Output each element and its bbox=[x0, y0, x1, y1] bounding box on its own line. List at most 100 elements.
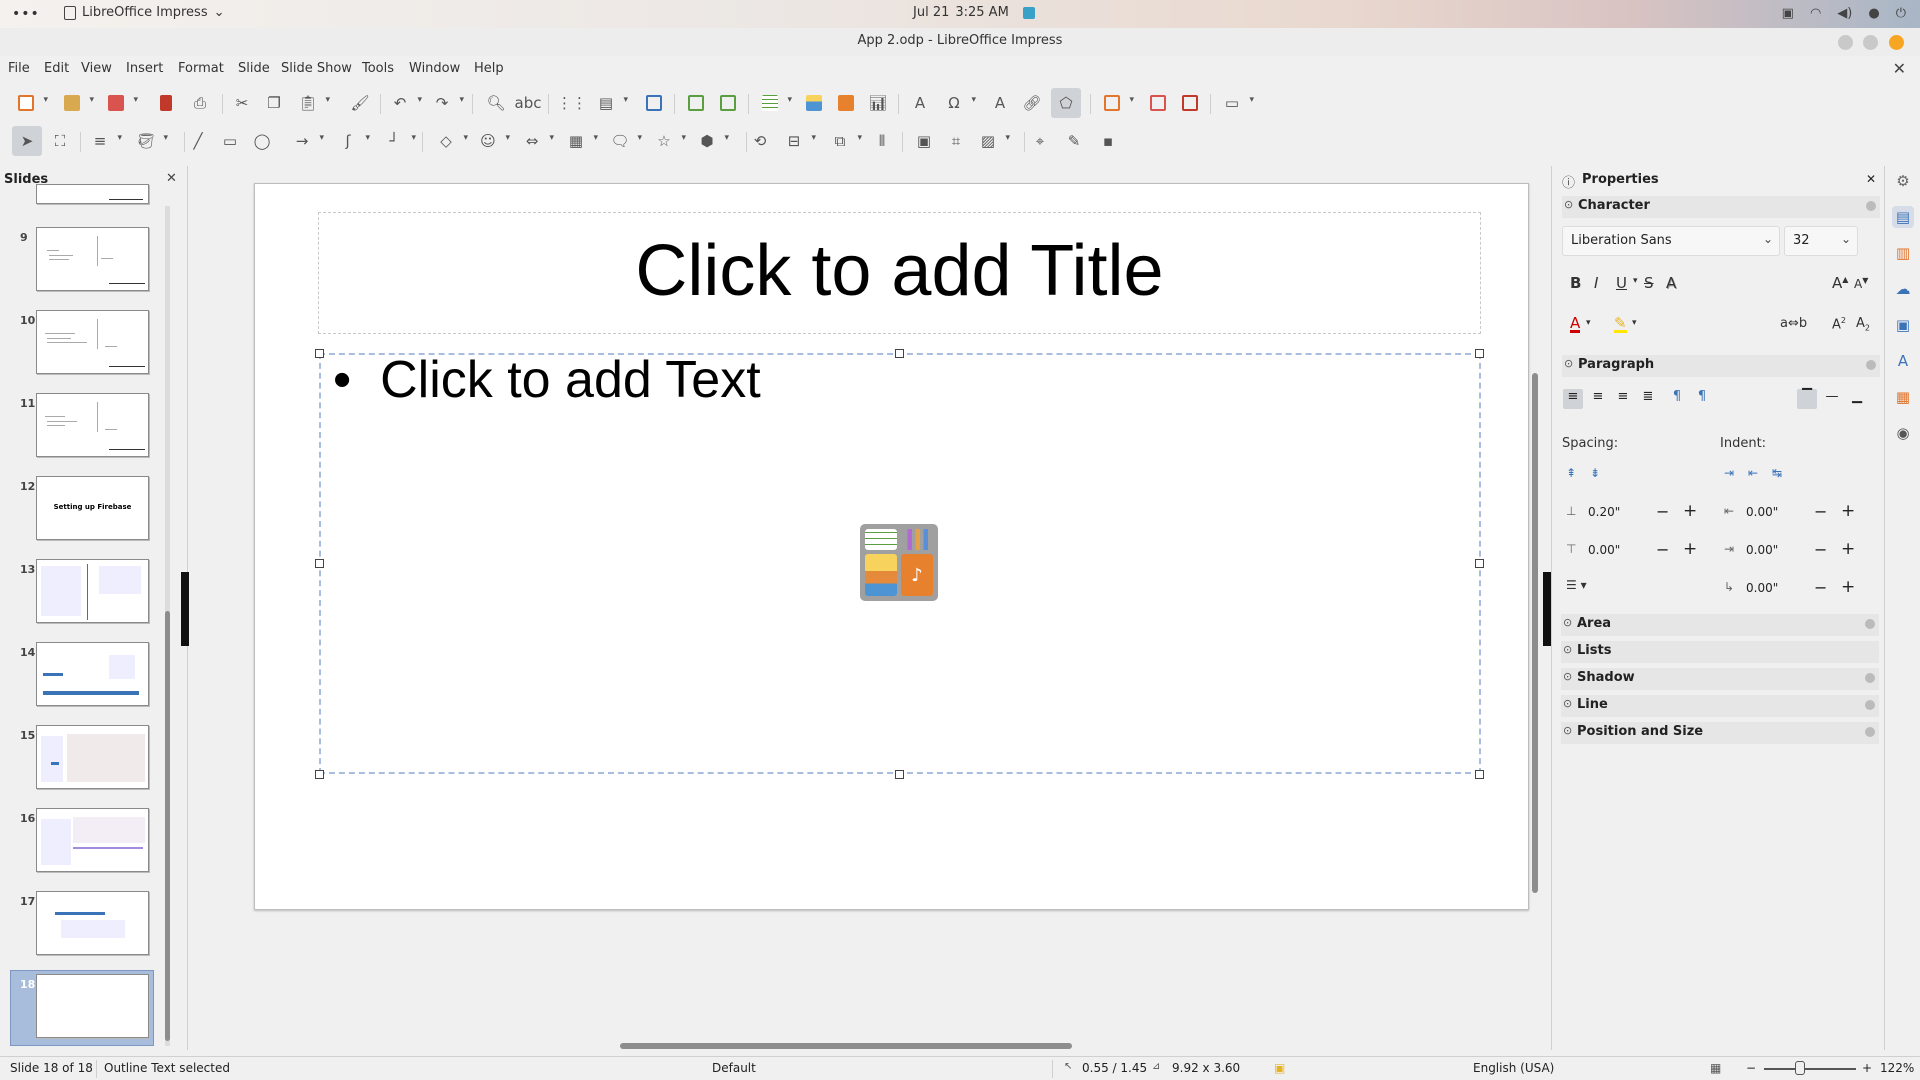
lines-arrows-icon[interactable]: → bbox=[292, 131, 324, 151]
more-options-icon[interactable] bbox=[1865, 619, 1875, 629]
callouts-icon[interactable]: 🗨︎ bbox=[610, 131, 642, 151]
resize-handle-bottom[interactable] bbox=[895, 770, 904, 779]
align-top-icon[interactable]: ▔ bbox=[1797, 389, 1817, 409]
start-from-current-icon[interactable] bbox=[718, 93, 738, 113]
maximize-button[interactable] bbox=[1863, 35, 1878, 50]
clone-formatting-icon[interactable]: 🖌︎ bbox=[350, 93, 370, 113]
slide-thumbnail-13[interactable]: 13 bbox=[0, 559, 180, 639]
3d-objects-icon[interactable]: ⬢ bbox=[697, 131, 729, 151]
more-options-icon[interactable] bbox=[1865, 700, 1875, 710]
menu-window[interactable]: Window bbox=[409, 61, 460, 76]
area-section-header[interactable]: Area bbox=[1561, 614, 1879, 636]
font-color-dropdown-icon[interactable]: ▾ bbox=[1586, 318, 1591, 328]
insert-image-icon[interactable] bbox=[804, 93, 824, 113]
resize-handle-right[interactable] bbox=[1475, 559, 1484, 568]
activities-dots-icon[interactable]: ••• bbox=[12, 6, 40, 22]
shadow-icon[interactable]: ▣ bbox=[914, 131, 934, 151]
below-paragraph-spacing-spinbox[interactable]: ⊤ 0.00" − + bbox=[1566, 538, 1706, 564]
start-from-first-icon[interactable] bbox=[686, 93, 706, 113]
more-options-icon[interactable] bbox=[1865, 673, 1875, 683]
ellipse-tool-icon[interactable]: ◯ bbox=[252, 131, 272, 151]
increment-button[interactable]: + bbox=[1841, 501, 1855, 521]
fit-slide-icon[interactable]: ▦ bbox=[1710, 1061, 1721, 1075]
highlight-color-icon[interactable]: ✎ bbox=[1614, 316, 1627, 333]
crop-icon[interactable]: ⌗ bbox=[946, 131, 966, 151]
line-section-header[interactable]: Line bbox=[1561, 695, 1879, 717]
duplicate-slide-icon[interactable] bbox=[1148, 93, 1168, 113]
spelling-icon[interactable]: abc bbox=[515, 93, 542, 113]
menu-view[interactable]: View bbox=[81, 61, 112, 76]
underline-icon[interactable]: U bbox=[1616, 274, 1627, 292]
strikethrough-icon[interactable]: S bbox=[1644, 274, 1654, 292]
new-document-icon[interactable] bbox=[16, 93, 48, 113]
zoom-pan-icon[interactable]: ⛶ bbox=[50, 131, 70, 151]
export-pdf-icon[interactable] bbox=[156, 93, 176, 113]
decrease-indent-icon[interactable]: ⇤ bbox=[1748, 466, 1758, 480]
shadow-text-icon[interactable]: A bbox=[1666, 274, 1676, 292]
insert-audio-video-icon[interactable]: ♪ bbox=[901, 554, 933, 596]
lists-section-header[interactable]: Lists bbox=[1561, 641, 1879, 663]
close-icon[interactable]: ✕ bbox=[166, 171, 177, 186]
italic-icon[interactable]: I bbox=[1594, 274, 1598, 292]
increment-button[interactable]: + bbox=[1683, 539, 1697, 559]
decrement-button[interactable]: − bbox=[1814, 502, 1827, 521]
toggle-extrusion-icon[interactable]: ▪ bbox=[1098, 131, 1118, 151]
filter-icon[interactable]: ▨ bbox=[978, 131, 1010, 151]
decrement-button[interactable]: − bbox=[1656, 502, 1669, 521]
more-options-icon[interactable] bbox=[1866, 360, 1876, 370]
animation-icon[interactable]: ☁ bbox=[1892, 278, 1914, 300]
vertical-scrollbar[interactable] bbox=[1532, 373, 1538, 893]
slide-thumbnail-14[interactable]: 14 bbox=[0, 642, 180, 722]
resize-handle-left[interactable] bbox=[315, 559, 324, 568]
zoom-in-icon[interactable]: + bbox=[1862, 1061, 1872, 1075]
zoom-out-icon[interactable]: − bbox=[1746, 1061, 1756, 1075]
stars-icon[interactable]: ☆ bbox=[654, 131, 686, 151]
align-right-icon[interactable]: ≡ bbox=[1613, 389, 1633, 409]
menu-insert[interactable]: Insert bbox=[126, 61, 163, 76]
flowchart-icon[interactable]: ▦ bbox=[566, 131, 598, 151]
decrease-paragraph-spacing-icon[interactable]: ⇟ bbox=[1590, 466, 1600, 480]
app-menu[interactable]: LibreOffice Impress ⌄ bbox=[64, 5, 225, 20]
document-modified-icon[interactable]: ▣ bbox=[1274, 1061, 1285, 1075]
basic-shapes-icon[interactable]: ◇ bbox=[436, 131, 468, 151]
find-replace-icon[interactable]: 🔍︎ bbox=[486, 93, 506, 113]
glue-points-icon[interactable]: ✎ bbox=[1064, 131, 1084, 151]
close-document-icon[interactable]: ✕ bbox=[1893, 59, 1906, 78]
insert-media-icon[interactable] bbox=[836, 93, 856, 113]
superscript-icon[interactable]: A2 bbox=[1832, 316, 1846, 332]
slide-thumbnail-18[interactable]: 18 bbox=[0, 970, 180, 1054]
resize-handle-bottom-right[interactable] bbox=[1475, 770, 1484, 779]
rectangle-tool-icon[interactable]: ▭ bbox=[220, 131, 240, 151]
insert-table-icon[interactable] bbox=[760, 93, 792, 113]
print-icon[interactable]: ⎙ bbox=[190, 93, 210, 113]
text-box-icon[interactable]: A bbox=[910, 93, 930, 113]
distribute-icon[interactable]: ⫴ bbox=[872, 131, 892, 151]
line-color-icon[interactable]: ≡ bbox=[90, 131, 122, 151]
font-color-icon[interactable]: A bbox=[1570, 316, 1581, 333]
copy-icon[interactable]: ❐ bbox=[264, 93, 284, 113]
paragraph-section-header[interactable]: Paragraph bbox=[1562, 355, 1880, 377]
redo-icon[interactable]: ↷ bbox=[432, 93, 464, 113]
subscript-icon[interactable]: A2 bbox=[1856, 316, 1870, 333]
display-views-icon[interactable]: ▤ bbox=[596, 93, 628, 113]
horizontal-scrollbar[interactable] bbox=[620, 1043, 1072, 1049]
menu-help[interactable]: Help bbox=[474, 61, 504, 76]
gallery-icon[interactable]: ▦ bbox=[1892, 386, 1914, 408]
align-left-icon[interactable]: ≡ bbox=[1563, 389, 1583, 409]
zoom-slider-knob[interactable] bbox=[1795, 1061, 1805, 1075]
slide-layout-icon[interactable]: ▭ bbox=[1222, 93, 1254, 113]
fontwork-icon[interactable]: A bbox=[990, 93, 1010, 113]
slides-pane-collapse-handle[interactable] bbox=[181, 572, 189, 646]
slides-scrollbar-thumb[interactable] bbox=[165, 611, 170, 1041]
system-tray[interactable]: ▣ ◠ ◀) ● ⏻ bbox=[1782, 6, 1906, 21]
right-to-left-icon[interactable]: ¶ bbox=[1692, 389, 1712, 409]
hyperlink-icon[interactable]: 🔗︎ bbox=[1022, 93, 1042, 113]
font-size-combobox[interactable]: 32 ⌄ bbox=[1784, 226, 1858, 256]
font-name-combobox[interactable]: Liberation Sans ⌄ bbox=[1562, 226, 1780, 256]
minimize-button[interactable] bbox=[1838, 35, 1853, 50]
more-options-icon[interactable] bbox=[1866, 201, 1876, 211]
clock[interactable]: Jul 21 3:25 AM bbox=[913, 5, 1035, 20]
menu-file[interactable]: File bbox=[8, 61, 30, 76]
undo-icon[interactable]: ↶ bbox=[390, 93, 422, 113]
slide-thumbnail-11[interactable]: 11 bbox=[0, 393, 180, 473]
